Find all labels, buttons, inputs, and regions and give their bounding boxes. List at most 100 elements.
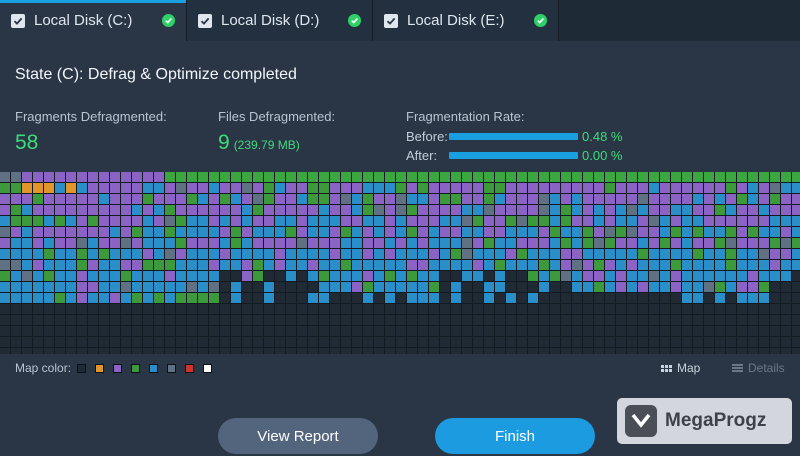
finish-button[interactable]: Finish: [435, 418, 595, 454]
disk-block: [792, 304, 800, 314]
disk-block: [55, 348, 65, 354]
disk-block: [0, 337, 10, 347]
disk-block: [66, 260, 76, 270]
view-report-button[interactable]: View Report: [218, 418, 378, 454]
disk-block: [759, 271, 769, 281]
disk-block: [154, 337, 164, 347]
disk-block: [396, 326, 406, 336]
disk-block: [506, 238, 516, 248]
tab-local-disk-c[interactable]: Local Disk (C:): [0, 0, 187, 41]
tab-label: Local Disk (C:): [34, 12, 133, 29]
disk-block: [770, 315, 780, 325]
disk-block: [759, 216, 769, 226]
disk-block: [55, 271, 65, 281]
disk-block: [572, 249, 582, 259]
disk-block: [583, 183, 593, 193]
disk-block: [352, 260, 362, 270]
disk-block: [495, 293, 505, 303]
disk-block: [627, 183, 637, 193]
disk-block: [374, 227, 384, 237]
disk-block: [462, 315, 472, 325]
disk-block: [198, 194, 208, 204]
disk-block: [561, 337, 571, 347]
disk-block: [506, 205, 516, 215]
disk-block: [715, 249, 725, 259]
disk-block: [209, 326, 219, 336]
details-view-button[interactable]: Details: [732, 358, 785, 378]
checkbox-icon[interactable]: [384, 13, 398, 28]
disk-block: [253, 216, 263, 226]
tab-local-disk-d[interactable]: Local Disk (D:): [187, 0, 373, 41]
disk-block: [726, 216, 736, 226]
disk-block: [539, 227, 549, 237]
disk-block: [55, 183, 65, 193]
disk-block: [528, 183, 538, 193]
disk-block: [649, 205, 659, 215]
disk-block: [572, 216, 582, 226]
disk-block: [781, 260, 791, 270]
disk-block: [242, 315, 252, 325]
legend-swatch: [185, 363, 195, 373]
disk-block: [363, 194, 373, 204]
disk-block: [209, 227, 219, 237]
disk-block: [286, 304, 296, 314]
disk-block: [297, 348, 307, 354]
disk-block: [605, 304, 615, 314]
disk-block: [341, 205, 351, 215]
disk-block: [583, 172, 593, 182]
disk-block: [539, 271, 549, 281]
disk-block: [550, 315, 560, 325]
disk-block: [484, 249, 494, 259]
disk-block: [99, 249, 109, 259]
disk-block: [121, 326, 131, 336]
disk-block: [451, 260, 461, 270]
disk-block: [781, 315, 791, 325]
disk-block: [407, 172, 417, 182]
disk-block: [0, 293, 10, 303]
disk-block: [572, 282, 582, 292]
disk-block: [792, 337, 800, 347]
disk-block: [363, 271, 373, 281]
disk-block: [638, 282, 648, 292]
disk-block: [308, 260, 318, 270]
disk-block: [462, 172, 472, 182]
map-view-button[interactable]: Map: [661, 358, 700, 378]
disk-block: [165, 304, 175, 314]
disk-block: [363, 348, 373, 354]
checkbox-icon[interactable]: [198, 13, 212, 28]
disk-block: [473, 194, 483, 204]
disk-block: [440, 183, 450, 193]
disk-block: [330, 194, 340, 204]
disk-block: [44, 293, 54, 303]
disk-block: [462, 183, 472, 193]
disk-block: [770, 249, 780, 259]
disk-block: [264, 293, 274, 303]
disk-block: [88, 205, 98, 215]
disk-block: [484, 227, 494, 237]
disk-block: [627, 337, 637, 347]
tab-local-disk-e[interactable]: Local Disk (E:): [373, 0, 559, 41]
disk-block: [22, 282, 32, 292]
disk-block: [209, 260, 219, 270]
disk-block: [550, 304, 560, 314]
disk-block: [341, 183, 351, 193]
disk-block: [55, 172, 65, 182]
disk-block: [121, 348, 131, 354]
disk-block: [605, 227, 615, 237]
disk-block: [583, 194, 593, 204]
disk-block: [385, 183, 395, 193]
disk-block: [66, 227, 76, 237]
disk-block: [638, 260, 648, 270]
disk-block: [275, 315, 285, 325]
disk-block: [110, 205, 120, 215]
disk-block: [781, 293, 791, 303]
disk-block: [528, 194, 538, 204]
disk-block: [605, 194, 615, 204]
disk-block: [352, 348, 362, 354]
disk-block: [275, 249, 285, 259]
disk-block: [539, 216, 549, 226]
disk-block: [33, 227, 43, 237]
disk-block: [33, 271, 43, 281]
checkbox-icon[interactable]: [11, 13, 25, 28]
disk-block: [572, 227, 582, 237]
